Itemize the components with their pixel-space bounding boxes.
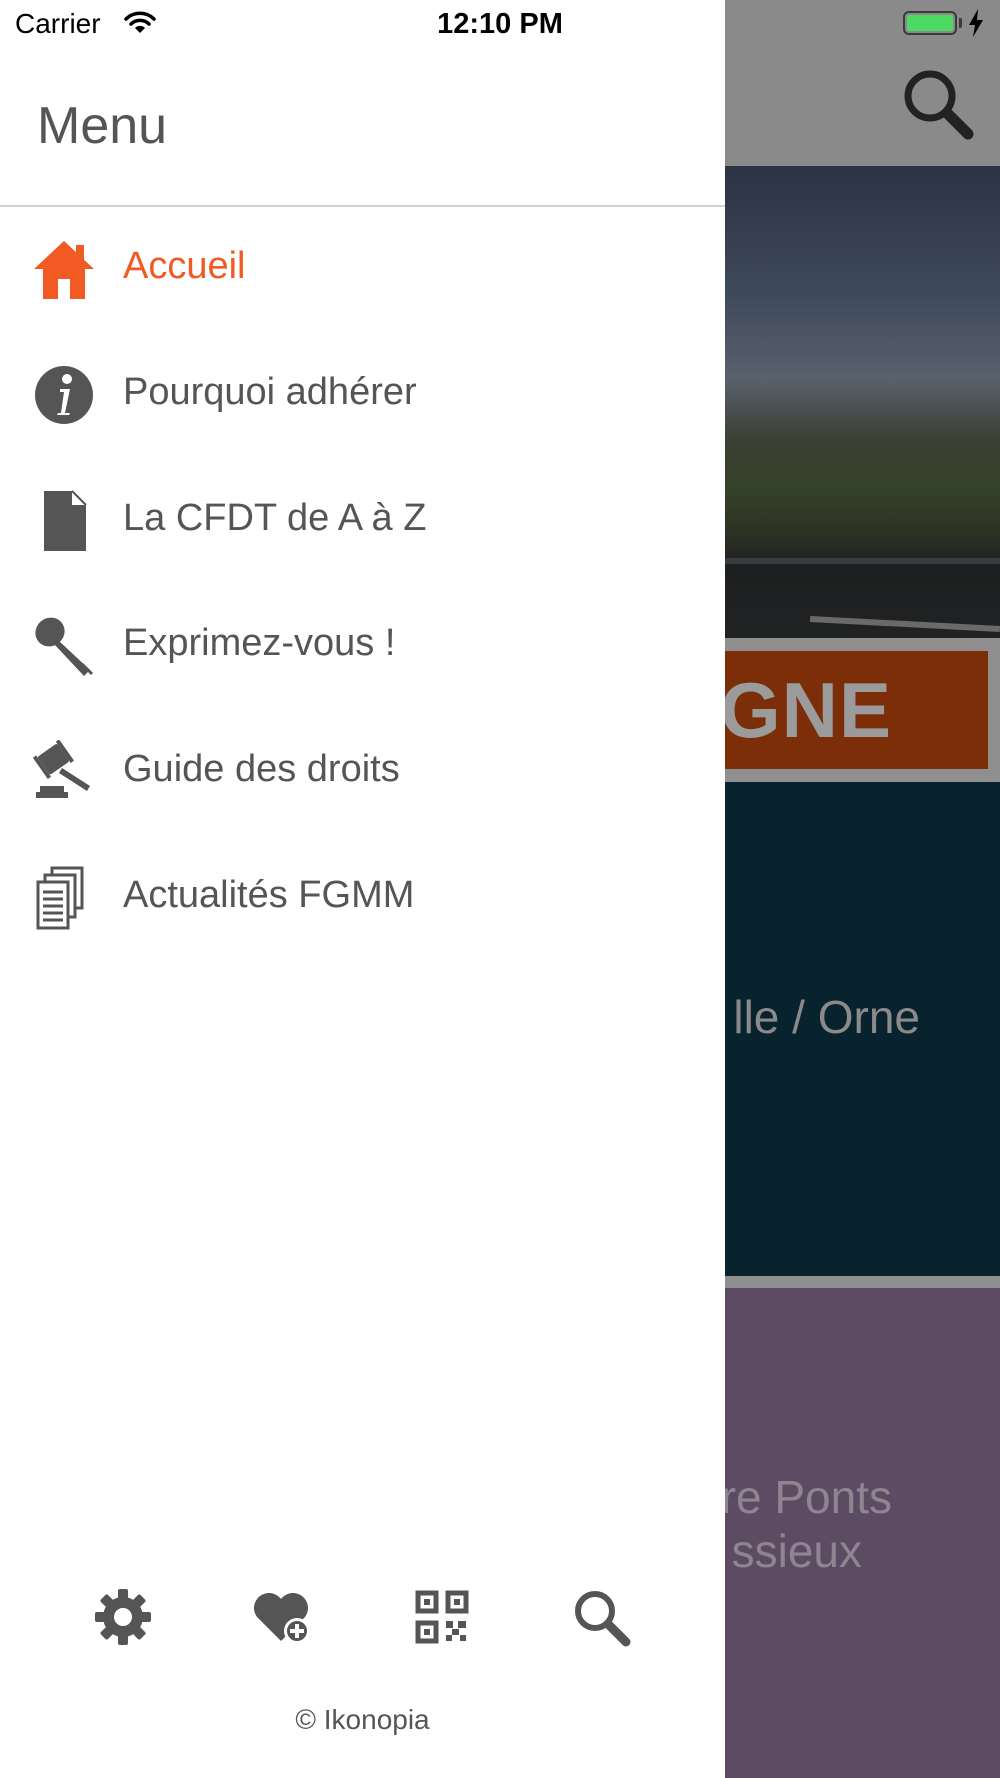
microphone-icon bbox=[35, 617, 94, 676]
document-icon bbox=[44, 490, 87, 551]
menu-item-label: Actualités FGMM bbox=[123, 874, 415, 916]
menu-item-guide-droits[interactable]: Guide des droits bbox=[0, 718, 725, 828]
menu-item-cfdt-a-z[interactable]: La CFDT de A à Z bbox=[0, 467, 725, 577]
heart-plus-icon[interactable] bbox=[251, 1585, 315, 1649]
menu-item-label: Accueil bbox=[123, 245, 246, 287]
menu-item-actualites-fgmm[interactable]: Actualités FGMM bbox=[0, 844, 725, 954]
menu-item-pourquoi-adherer[interactable]: Pourquoi adhérer bbox=[0, 341, 725, 451]
info-icon bbox=[35, 366, 93, 424]
copyright-text: © Ikonopia bbox=[295, 1704, 430, 1735]
charging-icon bbox=[969, 9, 983, 37]
region-card-label: lle / Orne bbox=[733, 991, 920, 1043]
gavel-icon bbox=[32, 740, 90, 798]
search-icon[interactable] bbox=[569, 1585, 633, 1649]
qr-code-icon[interactable] bbox=[410, 1585, 474, 1649]
menu-item-label: Exprimez-vous ! bbox=[123, 622, 396, 664]
menu-item-label: Pourquoi adhérer bbox=[123, 371, 417, 413]
status-bar: Carrier 12:10 PM bbox=[0, 0, 1000, 50]
home-icon bbox=[34, 241, 94, 299]
menu-item-label: Guide des droits bbox=[123, 748, 400, 790]
clock: 12:10 PM bbox=[437, 8, 563, 40]
gear-icon[interactable] bbox=[91, 1585, 155, 1649]
side-drawer: Menu Accueil Pourquoi adhérer La CFDT de… bbox=[0, 0, 725, 1778]
menu-item-exprimez-vous[interactable]: Exprimez-vous ! bbox=[0, 592, 725, 702]
drawer-divider bbox=[0, 205, 725, 207]
newspaper-icon bbox=[36, 866, 84, 930]
battery-tip bbox=[959, 18, 962, 28]
menu-item-accueil[interactable]: Accueil bbox=[0, 215, 725, 325]
drawer-bottom-toolbar bbox=[0, 1585, 725, 1655]
drawer-title: Menu bbox=[37, 97, 168, 155]
road-line bbox=[809, 616, 1000, 632]
menu-item-label: La CFDT de A à Z bbox=[123, 497, 427, 539]
battery-icon bbox=[903, 11, 957, 35]
search-icon[interactable] bbox=[900, 66, 976, 142]
